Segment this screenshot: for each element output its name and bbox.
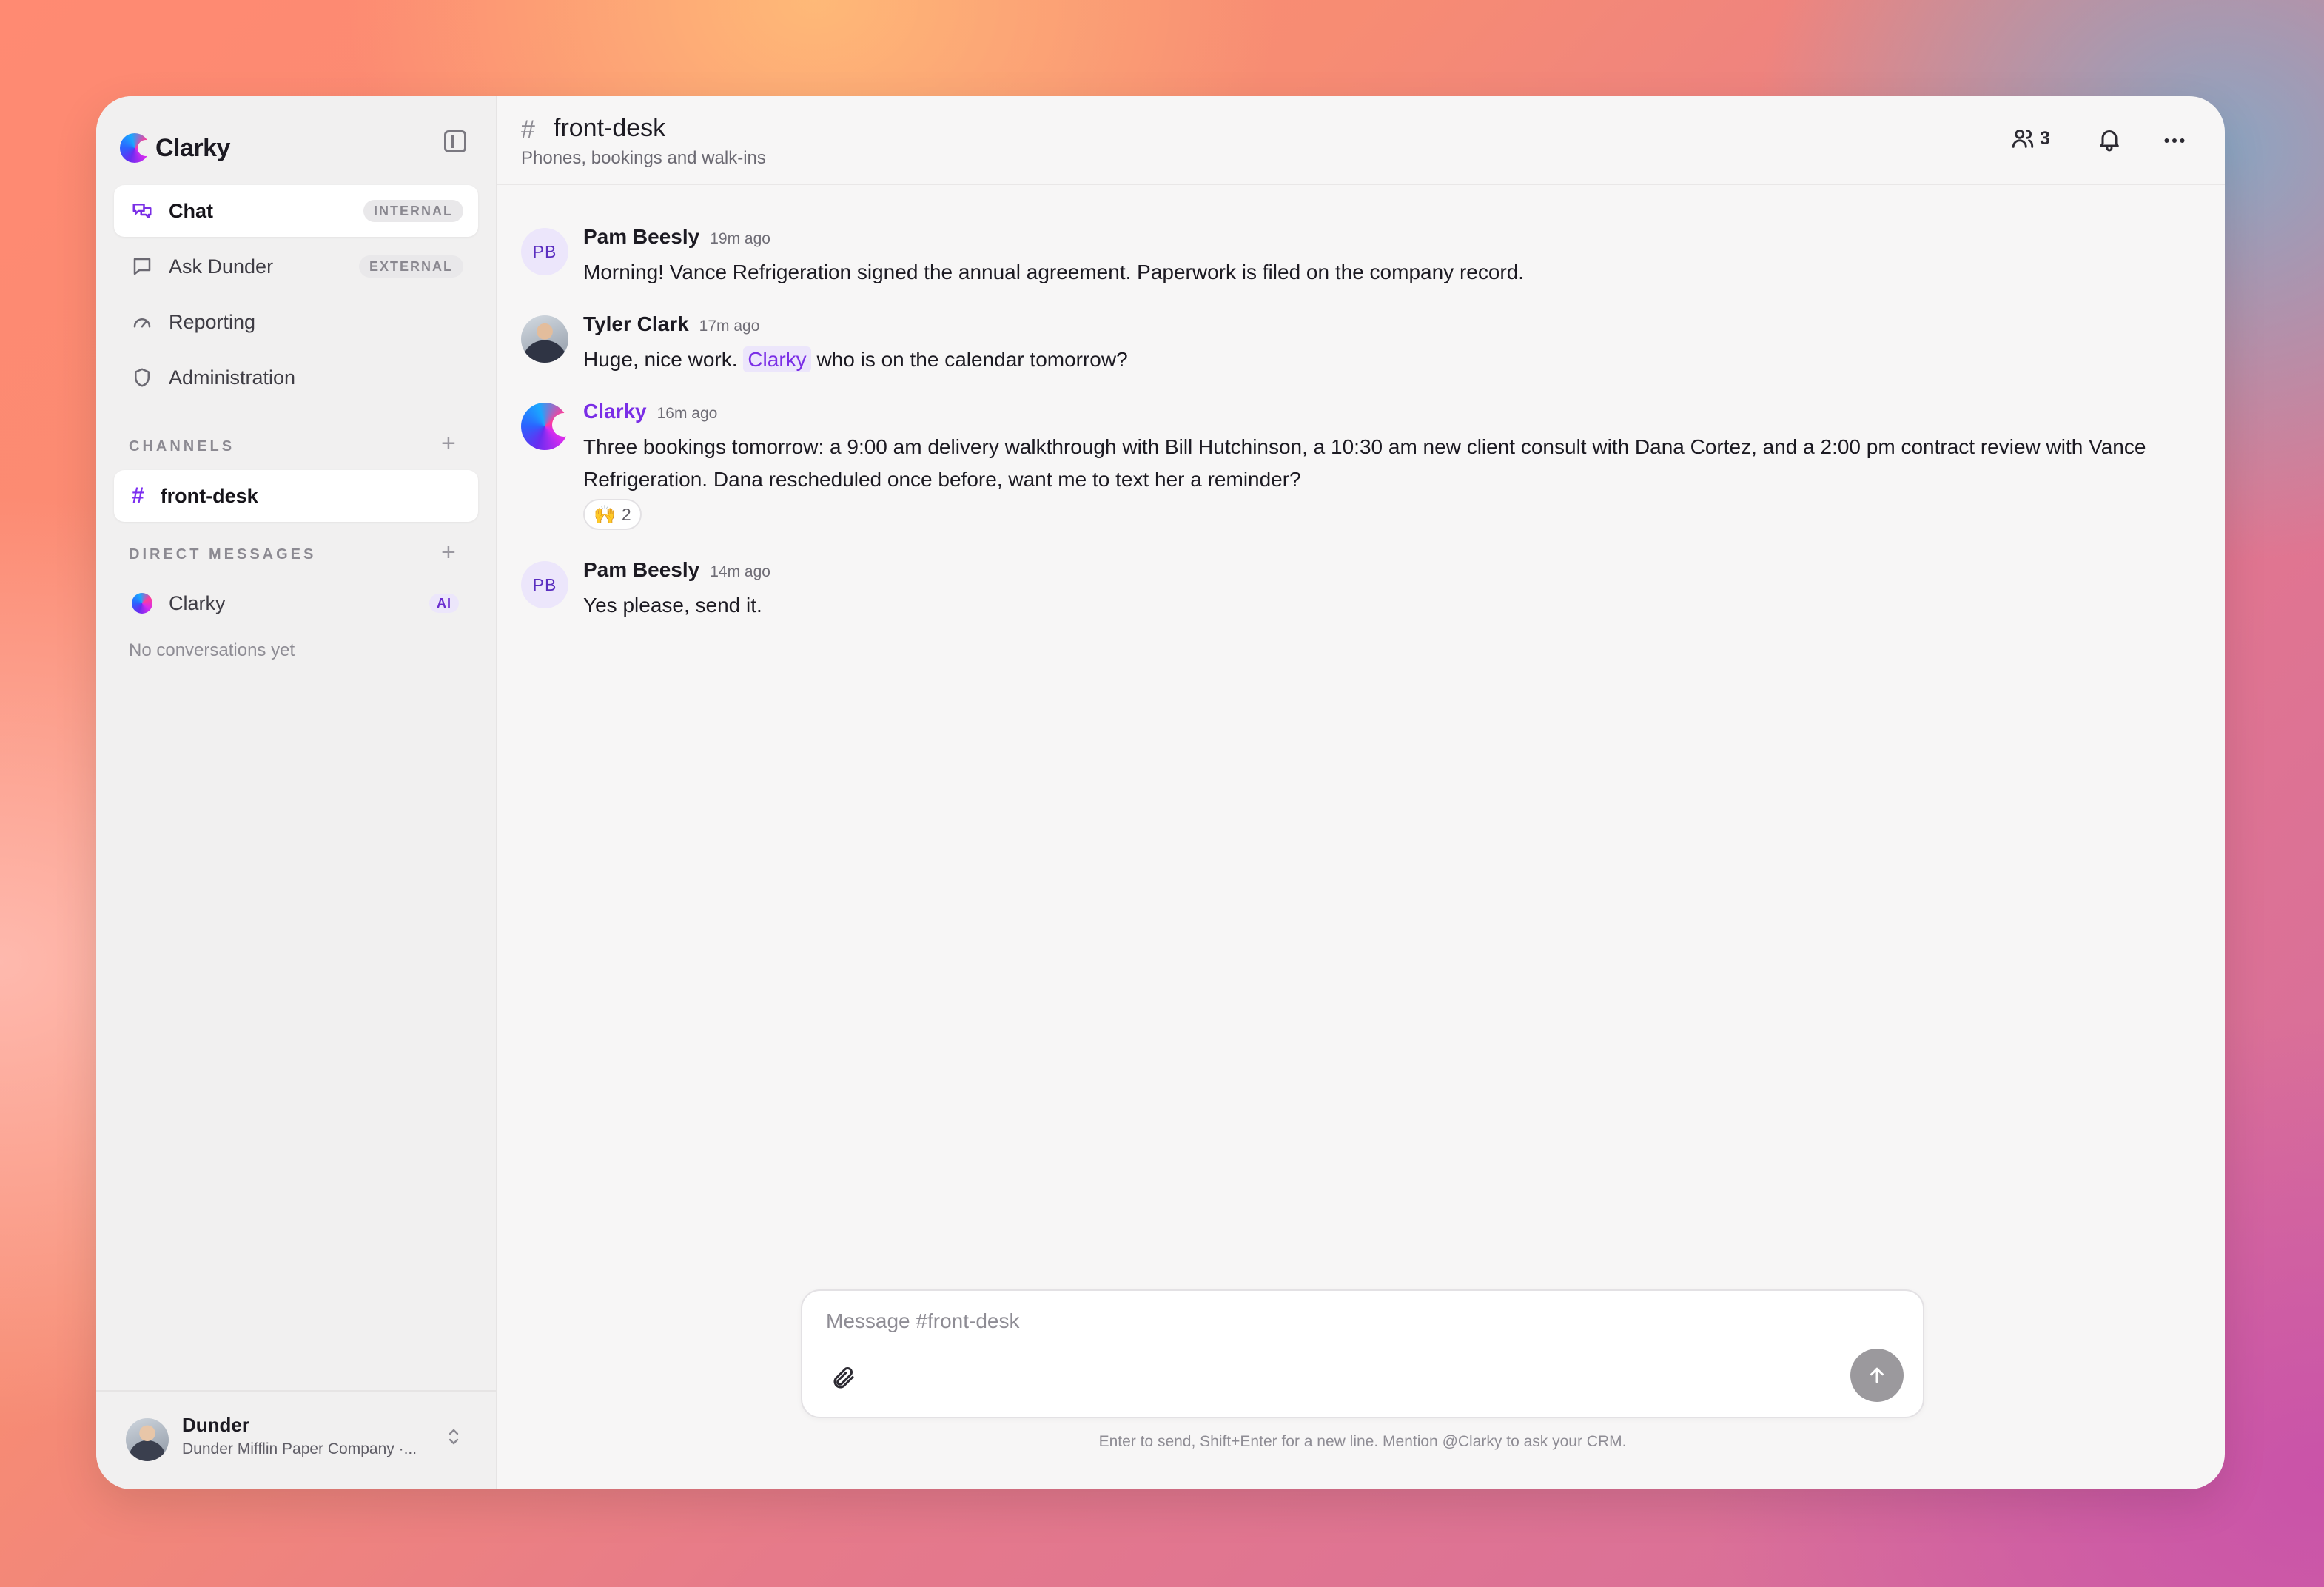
channel-label: front-desk xyxy=(160,484,258,507)
reaction-chip[interactable]: 🙌 2 xyxy=(583,499,642,530)
clarky-logo-icon xyxy=(120,133,154,163)
add-channel-plus-icon[interactable]: + xyxy=(441,431,456,456)
message-time: 17m ago xyxy=(699,318,760,335)
dm-item-clarky[interactable]: Clarky AI xyxy=(114,577,478,629)
message-text-part: Huge, nice work. xyxy=(583,348,744,371)
raised-hands-emoji: 🙌 xyxy=(594,504,616,525)
nav-label: Ask Dunder xyxy=(169,255,274,278)
message-header: Clarky 16m ago xyxy=(583,400,717,423)
app-window: Clarky Chat INTERNAL Ask Dunder EXTERNAL… xyxy=(96,96,2225,1489)
account-name: Dunder xyxy=(182,1414,249,1436)
clarky-logo-icon xyxy=(132,593,152,614)
message-square-icon xyxy=(130,255,154,278)
avatar xyxy=(126,1418,169,1461)
message-composer xyxy=(801,1289,1924,1418)
avatar[interactable] xyxy=(521,315,568,363)
nav-item-administration[interactable]: Administration xyxy=(114,352,478,403)
external-badge: EXTERNAL xyxy=(358,255,463,278)
internal-badge: INTERNAL xyxy=(363,200,463,222)
nav-item-chat[interactable]: Chat INTERNAL xyxy=(114,185,478,237)
message-input[interactable] xyxy=(825,1309,1864,1334)
more-options-icon[interactable] xyxy=(2160,127,2189,154)
message-header: Pam Beesly 19m ago xyxy=(583,225,770,249)
gauge-icon xyxy=(130,310,154,334)
sidebar: Clarky Chat INTERNAL Ask Dunder EXTERNAL… xyxy=(96,96,497,1489)
dm-label: Clarky xyxy=(169,591,226,614)
no-conversations-note: No conversations yet xyxy=(129,640,295,660)
message-text: Three bookings tomorrow: a 9:00 am deliv… xyxy=(583,435,2146,491)
channel-title: front-desk xyxy=(554,114,666,142)
channels-heading: CHANNELS xyxy=(129,438,235,454)
bell-icon[interactable] xyxy=(2096,126,2123,152)
nav-item-ask-dunder[interactable]: Ask Dunder EXTERNAL xyxy=(114,241,478,292)
members-button[interactable]: 3 xyxy=(2010,126,2050,151)
channel-item-front-desk[interactable]: # front-desk xyxy=(114,470,478,522)
account-switcher[interactable]: Dunder Dunder Mifflin Paper Company ·... xyxy=(96,1390,496,1489)
message-header: Pam Beesly 14m ago xyxy=(583,558,770,582)
nav-label: Administration xyxy=(169,366,296,389)
hash-icon: # xyxy=(521,115,535,144)
ai-badge: AI xyxy=(429,594,459,613)
chat-panel: # front-desk Phones, bookings and walk-i… xyxy=(497,96,2225,1489)
brand-name: Clarky xyxy=(155,133,230,162)
message-text: Yes please, send it. xyxy=(583,594,762,617)
nav-label: Chat xyxy=(169,199,213,222)
paperclip-icon[interactable] xyxy=(830,1365,857,1392)
nav-label: Reporting xyxy=(169,310,256,333)
message-author[interactable]: Clarky xyxy=(583,400,647,423)
message-text: Huge, nice work. Clarky who is on the ca… xyxy=(583,343,2174,376)
channel-subtitle: Phones, bookings and walk-ins xyxy=(521,148,766,168)
direct-messages-heading: DIRECT MESSAGES xyxy=(129,546,317,563)
hash-icon: # xyxy=(132,483,144,508)
reaction-count: 2 xyxy=(621,504,631,524)
arrow-up-icon xyxy=(1870,1367,1884,1383)
message-time: 14m ago xyxy=(710,563,770,580)
avatar[interactable]: PB xyxy=(521,228,568,275)
send-button[interactable] xyxy=(1850,1349,1904,1402)
nav-item-reporting[interactable]: Reporting xyxy=(114,296,478,348)
shield-icon xyxy=(130,366,154,389)
clarky-avatar-icon[interactable] xyxy=(521,403,576,450)
message-time: 16m ago xyxy=(656,405,718,422)
chevron-up-down-icon xyxy=(447,1427,460,1447)
mention-chip[interactable]: Clarky xyxy=(743,346,811,372)
member-count: 3 xyxy=(2040,127,2050,149)
composer-hint: Enter to send, Shift+Enter for a new lin… xyxy=(1098,1433,1627,1450)
message-author[interactable]: Tyler Clark xyxy=(583,312,689,335)
account-org: Dunder Mifflin Paper Company ·... xyxy=(182,1440,417,1457)
add-dm-plus-icon[interactable]: + xyxy=(441,540,456,565)
avatar[interactable]: PB xyxy=(521,561,568,608)
message-text: Morning! Vance Refrigeration signed the … xyxy=(583,261,1525,283)
message-text-part: who is on the calendar tomorrow? xyxy=(810,348,1128,371)
chat-bubbles-icon xyxy=(130,199,154,223)
brand[interactable]: Clarky xyxy=(120,126,230,170)
sidebar-toggle-icon[interactable] xyxy=(444,130,466,152)
channel-header: # front-desk Phones, bookings and walk-i… xyxy=(497,96,2225,185)
users-icon xyxy=(2012,129,2034,148)
message-header: Tyler Clark 17m ago xyxy=(583,312,759,336)
message-time: 19m ago xyxy=(710,230,770,247)
message-author[interactable]: Pam Beesly xyxy=(583,225,699,248)
message-author[interactable]: Pam Beesly xyxy=(583,558,699,581)
